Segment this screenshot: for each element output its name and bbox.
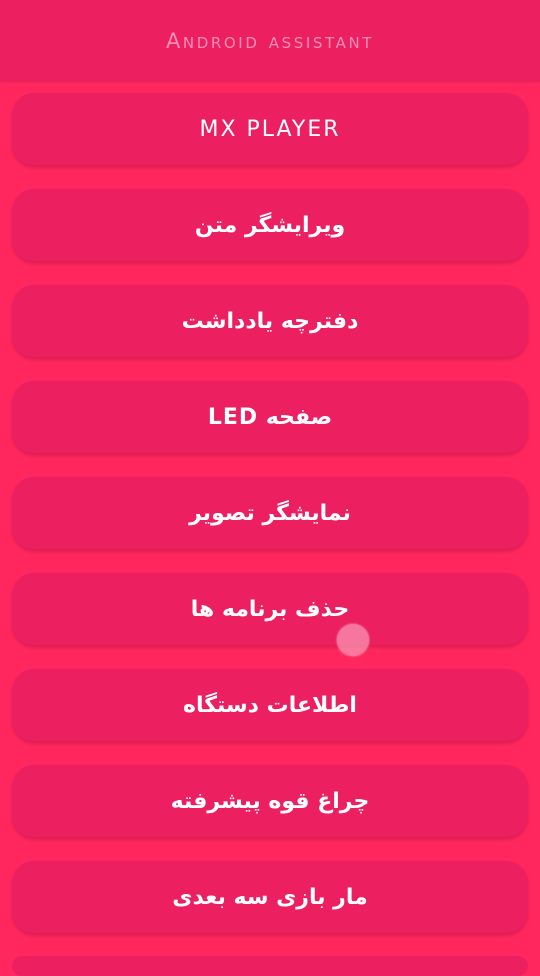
led-screen-button[interactable]: صفحه LED (12, 381, 528, 453)
flashlight-button[interactable]: چراغ قوه پیشرفته (12, 765, 528, 837)
image-viewer-button[interactable]: نمایشگر تصویر (12, 477, 528, 549)
app-title: Android assistant (165, 28, 375, 53)
text-editor-button[interactable]: ویرایشگر متن (12, 189, 528, 261)
snake-3d-label: مار بازی سه بعدی (172, 884, 368, 910)
device-info-button[interactable]: اطلاعات دستگاه (12, 669, 528, 741)
device-info-label: اطلاعات دستگاه (183, 692, 357, 718)
snake-3d-button[interactable]: مار بازی سه بعدی (12, 861, 528, 933)
mx-player-label: MX PLAYER (199, 116, 341, 142)
text-editor-label: ویرایشگر متن (194, 212, 346, 238)
next-menu-button-partial[interactable] (12, 956, 528, 976)
flashlight-label: چراغ قوه پیشرفته (170, 788, 370, 814)
uninstall-apps-label: حذف برنامه ها (190, 596, 350, 622)
menu-list: MX PLAYER ویرایشگر متن دفترچه یادداشت صف… (12, 93, 528, 957)
uninstall-apps-button[interactable]: حذف برنامه ها (12, 573, 528, 645)
touch-indicator (337, 624, 369, 656)
app-header: Android assistant (0, 0, 540, 81)
notepad-button[interactable]: دفترچه یادداشت (12, 285, 528, 357)
mx-player-button[interactable]: MX PLAYER (12, 93, 528, 165)
notepad-label: دفترچه یادداشت (181, 308, 359, 334)
image-viewer-label: نمایشگر تصویر (189, 500, 351, 526)
led-screen-label: صفحه LED (207, 404, 333, 430)
